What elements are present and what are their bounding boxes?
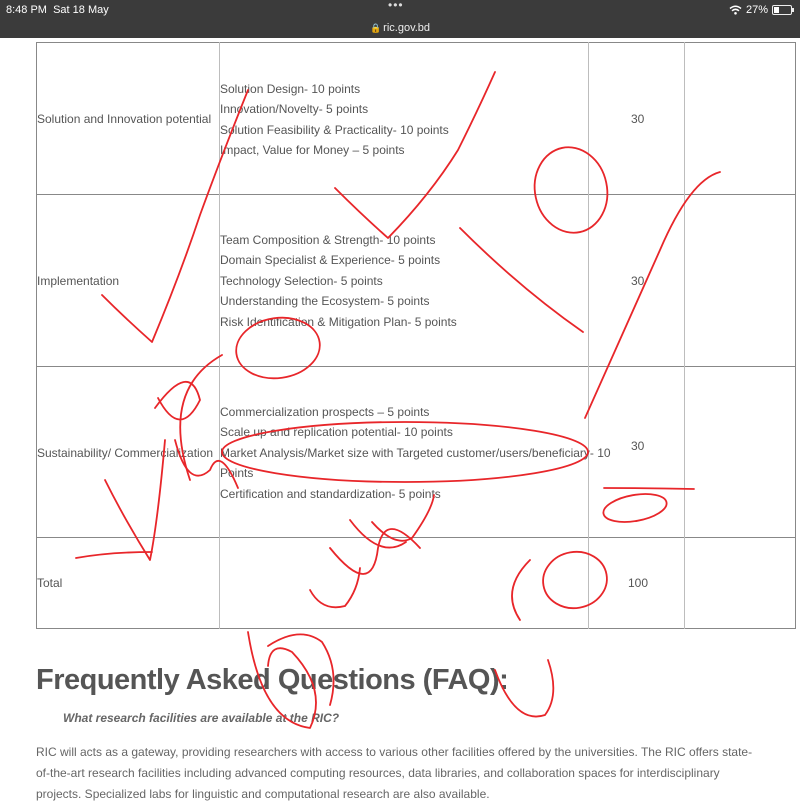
menu-dots-icon[interactable]: ••• <box>388 0 404 12</box>
address-url: ric.gov.bd <box>383 22 431 34</box>
score-cell: 30 <box>631 274 645 288</box>
score-cell: 30 <box>631 439 645 453</box>
col-divider <box>36 42 37 629</box>
col-divider <box>795 42 796 629</box>
criterion-cell: Total <box>37 576 63 590</box>
criterion-cell: Sustainability/ Commercialization <box>37 446 214 460</box>
detail-line: Commercialization prospects – 5 points <box>220 405 430 419</box>
faq-heading: Frequently Asked Questions (FAQ): <box>36 664 509 696</box>
detail-line: Risk Identification & Mitigation Plan- 5… <box>220 314 457 329</box>
faq-question[interactable]: What research facilities are available a… <box>63 711 339 725</box>
status-bar: 8:48 PM Sat 18 May ••• 🔒 ric.gov.bd 27% <box>0 0 800 38</box>
score-cell: 100 <box>628 576 649 590</box>
address-bar[interactable]: 🔒 ric.gov.bd <box>0 22 800 34</box>
criterion-cell: Solution and Innovation potential <box>37 112 212 126</box>
col-divider <box>588 42 589 629</box>
detail-line: Innovation/Novelty- 5 points <box>220 102 369 117</box>
detail-line: Understanding the Ecosystem- 5 points <box>220 294 430 309</box>
status-time: 8:48 PM Sat 18 May <box>6 4 109 16</box>
details-cell: Commercialization prospects – 5 points S… <box>220 402 611 504</box>
table-border <box>36 628 796 629</box>
evaluation-table: Solution and Innovation potential Soluti… <box>36 42 796 629</box>
status-indicators: 27% <box>729 4 794 16</box>
detail-line: Market Analysis/Market size with Targete… <box>220 445 611 460</box>
battery-icon <box>772 5 794 15</box>
row-divider <box>36 366 796 367</box>
criterion-cell: Implementation <box>37 274 120 288</box>
detail-line: Solution Design- 10 points <box>220 82 361 96</box>
detail-line: Certification and standardization- 5 poi… <box>220 486 441 501</box>
faq-answer: RIC will acts as a gateway, providing re… <box>36 745 753 801</box>
score-cell: 30 <box>631 112 645 126</box>
detail-line: Impact, Value for Money – 5 points <box>220 143 405 158</box>
details-cell: Team Composition & Strength- 10 points D… <box>220 230 457 332</box>
row-divider <box>36 537 796 538</box>
battery-percent: 27% <box>745 4 768 16</box>
detail-line: Team Composition & Strength- 10 points <box>220 233 436 247</box>
detail-line: Scale up and replication potential- 10 p… <box>220 425 453 440</box>
wifi-icon <box>729 5 742 15</box>
details-cell: Solution Design- 10 points Innovation/No… <box>220 79 449 161</box>
row-divider <box>36 194 796 195</box>
detail-line: Technology Selection- 5 points <box>220 273 383 288</box>
table-border <box>36 42 796 43</box>
detail-line: Domain Specialist & Experience- 5 points <box>220 253 441 268</box>
detail-line: Points <box>220 466 254 481</box>
detail-line: Solution Feasibility & Practicality- 10 … <box>220 122 449 137</box>
col-divider <box>684 42 685 629</box>
lock-icon: 🔒 <box>369 23 382 33</box>
